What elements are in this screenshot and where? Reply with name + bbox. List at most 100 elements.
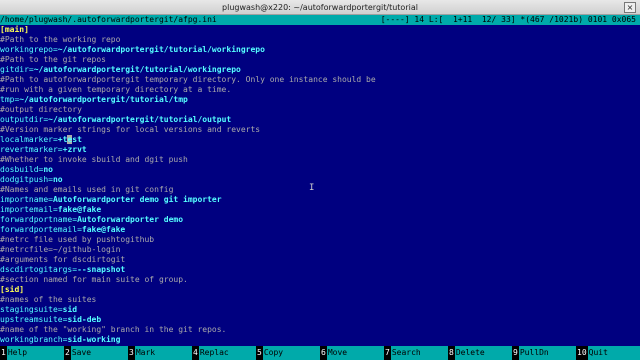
line-text: [main] bbox=[0, 25, 29, 34]
line-text: dosbuild= bbox=[0, 165, 44, 174]
line-text: gitdir= bbox=[0, 65, 34, 74]
editor-line[interactable]: workingrepo=~/autoforwardportergit/tutor… bbox=[0, 45, 640, 55]
line-text: #Names and emails used in git config bbox=[0, 185, 174, 194]
line-text: fake@fake bbox=[57, 205, 102, 214]
line-text: dodgitpush= bbox=[0, 175, 53, 184]
editor-line[interactable]: dscdirtogitargs=--snapshot bbox=[0, 265, 640, 275]
fkey-number: 6 bbox=[320, 346, 327, 360]
editor-line[interactable]: #Path to autoforwardportergit temporary … bbox=[0, 75, 640, 85]
close-icon[interactable]: × bbox=[624, 2, 636, 13]
editor-line[interactable]: revertmarker=+zrvt bbox=[0, 145, 640, 155]
editor-line[interactable]: #Names and emails used in git config bbox=[0, 185, 640, 195]
editor-line[interactable]: #run with a given temporary directory at… bbox=[0, 85, 640, 95]
fkey-replac[interactable]: 4 Replac bbox=[192, 346, 256, 360]
editor-line[interactable]: tmp=~/autoforwardportergit/tutorial/tmp bbox=[0, 95, 640, 105]
line-text: #Path to the git repos bbox=[0, 55, 106, 64]
fkey-label: Mark bbox=[134, 346, 192, 360]
editor-line[interactable]: importemail=fake@fake bbox=[0, 205, 640, 215]
line-text: #section named for main suite of group. bbox=[0, 275, 188, 284]
fkey-number: 2 bbox=[64, 346, 71, 360]
editor-line[interactable]: #netrcfile=~/github-login bbox=[0, 245, 640, 255]
line-text: +t bbox=[57, 135, 68, 144]
fkey-number: 4 bbox=[192, 346, 199, 360]
fkey-move[interactable]: 6 Move bbox=[320, 346, 384, 360]
fkey-number: 3 bbox=[128, 346, 135, 360]
editor-line[interactable]: importname=Autoforwardporter demo git im… bbox=[0, 195, 640, 205]
fkey-number: 7 bbox=[384, 346, 391, 360]
fkey-quit[interactable]: 10 Quit bbox=[576, 346, 640, 360]
line-text: workingbranch= bbox=[0, 335, 68, 344]
fkey-label: Copy bbox=[262, 346, 320, 360]
line-text: ~/autoforwardportergit/tutorial/workingr… bbox=[33, 65, 241, 74]
line-text: #Version marker strings for local versio… bbox=[0, 125, 261, 134]
fkey-save[interactable]: 2 Save bbox=[64, 346, 128, 360]
fkey-label: Quit bbox=[587, 346, 640, 360]
fkey-search[interactable]: 7 Search bbox=[384, 346, 448, 360]
line-text: Autoforwardporter demo bbox=[77, 215, 184, 224]
fkey-number: 5 bbox=[256, 346, 263, 360]
line-text: importemail= bbox=[0, 205, 58, 214]
editor-line[interactable]: #section named for main suite of group. bbox=[0, 275, 640, 285]
fkey-label: Help bbox=[6, 346, 64, 360]
fkey-delete[interactable]: 8 Delete bbox=[448, 346, 512, 360]
mouse-ibeam-icon: I bbox=[309, 183, 314, 193]
editor-line[interactable]: #output directory bbox=[0, 105, 640, 115]
window-titlebar: plugwash@x220: ~/autoforwardportergit/tu… bbox=[0, 0, 640, 15]
editor-line[interactable]: [main] bbox=[0, 25, 640, 35]
fkey-help[interactable]: 1 Help bbox=[0, 346, 64, 360]
line-text: outputdir= bbox=[0, 115, 49, 124]
editor-line[interactable]: forwardportname=Autoforwardporter demo bbox=[0, 215, 640, 225]
editor-line[interactable]: upstreamsuite=sid-deb bbox=[0, 315, 640, 325]
window-title: plugwash@x220: ~/autoforwardportergit/tu… bbox=[222, 3, 418, 12]
editor-line[interactable]: #arguments for dscdirtogit bbox=[0, 255, 640, 265]
terminal-area[interactable]: /home/plugwash/.autoforwardportergit/afp… bbox=[0, 15, 640, 346]
line-text: st bbox=[72, 135, 82, 144]
fkey-label: Delete bbox=[454, 346, 512, 360]
function-key-bar: 1 Help 2 Save 3 Mark 4 Replac 5 Copy 6 Move 7 Search 8… bbox=[0, 346, 640, 360]
line-text: #arguments for dscdirtogit bbox=[0, 255, 126, 264]
fkey-pulldn[interactable]: 9 PullDn bbox=[512, 346, 576, 360]
editor-line[interactable]: #netrc file used by pushtogithub bbox=[0, 235, 640, 245]
line-text: [sid] bbox=[0, 285, 25, 294]
line-text: #Whether to invoke sbuild and dgit push bbox=[0, 155, 188, 164]
fkey-label: Save bbox=[70, 346, 128, 360]
editor-line[interactable]: #Version marker strings for local versio… bbox=[0, 125, 640, 135]
editor-line[interactable]: #names of the suites bbox=[0, 295, 640, 305]
editor-line[interactable]: #Whether to invoke sbuild and dgit push bbox=[0, 155, 640, 165]
editor-text-area[interactable]: [main] #Path to the working repo workingre… bbox=[0, 25, 640, 345]
editor-line[interactable]: #Path to the git repos bbox=[0, 55, 640, 65]
editor-line[interactable]: [sid] bbox=[0, 285, 640, 295]
editor-line[interactable]: outputdir=~/autoforwardportergit/tutoria… bbox=[0, 115, 640, 125]
fkey-copy[interactable]: 5 Copy bbox=[256, 346, 320, 360]
line-text: #output directory bbox=[0, 105, 82, 114]
file-path: /home/plugwash/.autoforwardportergit/afp… bbox=[0, 15, 217, 24]
line-text: +zrvt bbox=[62, 145, 87, 154]
editor-line[interactable]: dosbuild=no bbox=[0, 165, 640, 175]
fkey-number: 1 bbox=[0, 346, 7, 360]
fkey-label: PullDn bbox=[518, 346, 576, 360]
line-text: stagingsuite= bbox=[0, 305, 63, 314]
line-text: tmp= bbox=[0, 95, 20, 104]
line-text: forwardportname= bbox=[0, 215, 78, 224]
line-text: ~/autoforwardportergit/tutorial/workingr… bbox=[57, 45, 265, 54]
editor-line[interactable]: #name of the "working" branch in the git… bbox=[0, 325, 640, 335]
editor-line[interactable]: forwardportemail=fake@fake bbox=[0, 225, 640, 235]
editor-line[interactable]: stagingsuite=sid bbox=[0, 305, 640, 315]
line-text: Autoforwardporter demo git importer bbox=[52, 195, 222, 204]
fkey-label: Search bbox=[390, 346, 448, 360]
line-text: #netrcfile=~/github-login bbox=[0, 245, 121, 254]
line-text: no bbox=[52, 175, 63, 184]
editor-line[interactable]: workingbranch=sid-working bbox=[0, 335, 640, 345]
editor-line[interactable]: dodgitpush=no bbox=[0, 175, 640, 185]
editor-line[interactable]: gitdir=~/autoforwardportergit/tutorial/w… bbox=[0, 65, 640, 75]
fkey-mark[interactable]: 3 Mark bbox=[128, 346, 192, 360]
line-text: dscdirtogitargs= bbox=[0, 265, 78, 274]
editor-line[interactable]: localmarker=+test bbox=[0, 135, 640, 145]
line-text: revertmarker= bbox=[0, 145, 63, 154]
line-text: ~/autoforwardportergit/tutorial/tmp bbox=[19, 95, 188, 104]
line-text: #Path to the working repo bbox=[0, 35, 121, 44]
editor-line[interactable]: #Path to the working repo bbox=[0, 35, 640, 45]
line-text: #Path to autoforwardportergit temporary … bbox=[0, 75, 376, 84]
line-text: sid bbox=[62, 305, 78, 314]
line-text: #run with a given temporary directory at… bbox=[0, 85, 232, 94]
